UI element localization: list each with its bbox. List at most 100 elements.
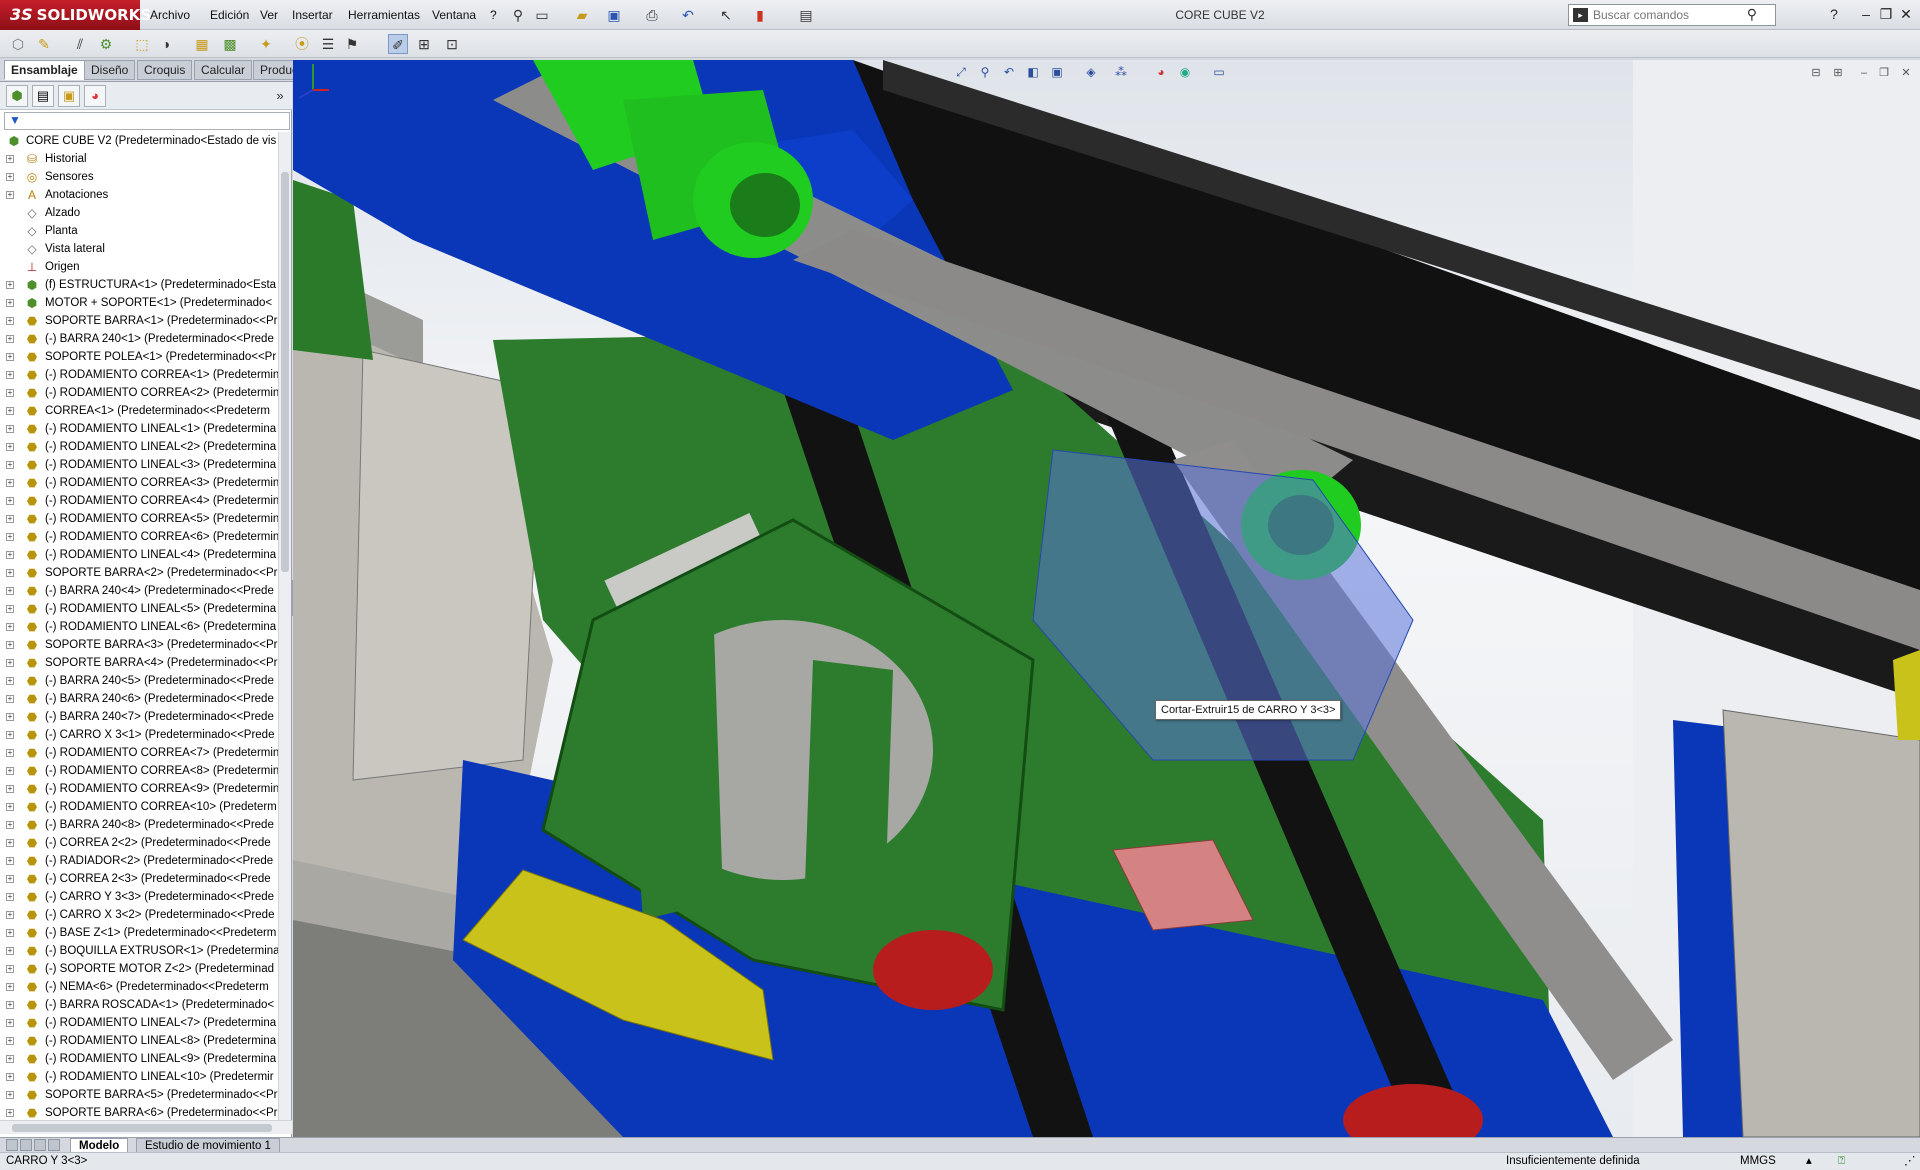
assembly-features-icon[interactable]: ▦ xyxy=(192,34,212,54)
expand-toggle-icon[interactable]: + xyxy=(6,839,14,847)
tree-item[interactable]: + ⛁ Historial xyxy=(0,150,278,168)
previous-view-icon[interactable]: ↶ xyxy=(1001,64,1017,80)
tree-item[interactable]: + ⬣ (-) CARRO X 3<1> (Predeterminado<<Pred… xyxy=(0,726,278,744)
units-dropdown-icon[interactable]: ▴ xyxy=(1806,1153,1812,1170)
menu-ver[interactable]: Ver xyxy=(256,0,282,30)
tree-item[interactable]: + ⬣ SOPORTE BARRA<2> (Predeterminado<<Pr xyxy=(0,564,278,582)
bill-of-materials-icon[interactable]: ⦿ xyxy=(292,34,312,54)
split-vertical-icon[interactable]: ⊞ xyxy=(1830,66,1846,80)
mate-icon[interactable]: ✎ xyxy=(34,34,54,54)
search-commands-box[interactable]: ▸ ⚲ xyxy=(1568,4,1776,26)
expand-toggle-icon[interactable]: + xyxy=(6,911,14,919)
expand-toggle-icon[interactable]: + xyxy=(6,299,14,307)
first-tab-icon[interactable] xyxy=(6,1139,18,1151)
expand-toggle-icon[interactable]: + xyxy=(6,317,14,325)
expand-toggle-icon[interactable]: + xyxy=(6,587,14,595)
tree-item[interactable]: + ⬣ (-) RODAMIENTO CORREA<9> (Predetermin xyxy=(0,780,278,798)
tree-item[interactable]: + ⬣ (-) CORREA 2<3> (Predeterminado<<Prede xyxy=(0,870,278,888)
expand-toggle-icon[interactable]: + xyxy=(6,785,14,793)
tree-item[interactable]: + ⬣ (-) RODAMIENTO CORREA<10> (Predeterm xyxy=(0,798,278,816)
tree-item[interactable]: + ⬣ (-) BASE Z<1> (Predeterminado<<Predete… xyxy=(0,924,278,942)
expand-toggle-icon[interactable]: + xyxy=(6,371,14,379)
expand-toggle-icon[interactable]: + xyxy=(6,389,14,397)
help-icon[interactable]: ? xyxy=(1824,4,1844,24)
edit-appearance-icon[interactable]: ◕ xyxy=(1153,64,1169,80)
expand-toggle-icon[interactable]: + xyxy=(6,155,14,163)
expand-toggle-icon[interactable]: + xyxy=(6,713,14,721)
tree-item[interactable]: + ⬣ (-) RODAMIENTO LINEAL<2> (Predetermina xyxy=(0,438,278,456)
expand-toggle-icon[interactable]: + xyxy=(6,551,14,559)
tree-item[interactable]: ⊥ Origen xyxy=(0,258,278,276)
tab-ensamblaje[interactable]: Ensamblaje xyxy=(4,60,85,80)
menu-edicion[interactable]: Edición xyxy=(206,0,253,30)
solidworks-logo[interactable]: 3S SOLIDWORKS xyxy=(0,0,151,30)
expand-toggle-icon[interactable]: + xyxy=(6,749,14,757)
tree-item[interactable]: + ⬣ (-) BOQUILLA EXTRUSOR<1> (Predetermina xyxy=(0,942,278,960)
zoom-to-fit-icon[interactable]: ⤢ xyxy=(953,64,969,80)
expand-toggle-icon[interactable]: + xyxy=(6,335,14,343)
expand-toggle-icon[interactable]: + xyxy=(6,1109,14,1117)
expand-toggle-icon[interactable]: + xyxy=(6,1055,14,1063)
assembly-3d-view[interactable] xyxy=(293,60,1920,1137)
show-hidden-icon[interactable]: ◑ xyxy=(156,34,176,54)
tree-item[interactable]: + ⬣ (-) RODAMIENTO LINEAL<4> (Predetermina xyxy=(0,546,278,564)
expand-toggle-icon[interactable]: + xyxy=(6,1091,14,1099)
tree-item[interactable]: + ⬣ SOPORTE BARRA<5> (Predeterminado<<Pr xyxy=(0,1086,278,1104)
tree-item[interactable]: + ⬣ (-) RODAMIENTO CORREA<3> (Predetermin xyxy=(0,474,278,492)
expand-toggle-icon[interactable]: + xyxy=(6,1001,14,1009)
expand-toggle-icon[interactable]: + xyxy=(6,659,14,667)
expand-toggle-icon[interactable]: + xyxy=(6,767,14,775)
reference-geometry-icon[interactable]: ▩ xyxy=(220,34,240,54)
tree-item[interactable]: + ⬣ SOPORTE BARRA<1> (Predeterminado<<Pr xyxy=(0,312,278,330)
next-tab-icon[interactable] xyxy=(34,1139,46,1151)
tree-item[interactable]: + ⬣ (-) RODAMIENTO CORREA<5> (Predetermin xyxy=(0,510,278,528)
last-tab-icon[interactable] xyxy=(48,1139,60,1151)
apply-scene-icon[interactable]: ◉ xyxy=(1177,64,1193,80)
expand-toggle-icon[interactable]: + xyxy=(6,533,14,541)
expand-toggle-icon[interactable]: + xyxy=(6,569,14,577)
update-speedpak-icon[interactable]: ⊞ xyxy=(414,34,434,54)
expand-toggle-icon[interactable]: + xyxy=(6,173,14,181)
expand-toggle-icon[interactable]: + xyxy=(6,893,14,901)
save-icon[interactable]: ▣ xyxy=(604,5,624,25)
expand-toggle-icon[interactable]: + xyxy=(6,461,14,469)
tree-horizontal-scrollbar[interactable] xyxy=(0,1120,292,1134)
tree-item[interactable]: + ⬣ (-) BARRA 240<1> (Predeterminado<<Pred… xyxy=(0,330,278,348)
tree-item[interactable]: + ⬣ (-) BARRA 240<5> (Predeterminado<<Pred… xyxy=(0,672,278,690)
smart-fasteners-icon[interactable]: ⚙ xyxy=(96,34,116,54)
new-document-icon[interactable]: ▭ xyxy=(532,5,552,25)
tree-item[interactable]: + ⬣ (-) BARRA 240<8> (Predeterminado<<Pred… xyxy=(0,816,278,834)
expand-toggle-icon[interactable]: + xyxy=(6,641,14,649)
expand-toggle-icon[interactable]: + xyxy=(6,497,14,505)
tree-item[interactable]: + ⬣ (-) BARRA ROSCADA<1> (Predeterminado< xyxy=(0,996,278,1014)
tree-vertical-scrollbar[interactable] xyxy=(278,132,291,1132)
search-input[interactable] xyxy=(1593,6,1743,24)
search-icon[interactable]: ⚲ xyxy=(1747,6,1757,23)
tab-diseno[interactable]: Diseño xyxy=(84,60,136,80)
new-motion-study-icon[interactable]: ✦ xyxy=(256,34,276,54)
tab-croquis[interactable]: Croquis xyxy=(137,60,193,80)
expand-toggle-icon[interactable]: + xyxy=(6,191,14,199)
expand-toggle-icon[interactable]: + xyxy=(6,821,14,829)
tree-item[interactable]: + ⬣ (-) RODAMIENTO LINEAL<8> (Predetermina xyxy=(0,1032,278,1050)
expand-toggle-icon[interactable]: + xyxy=(6,947,14,955)
tree-item[interactable]: + ⬢ MOTOR + SOPORTE<1> (Predeterminado< xyxy=(0,294,278,312)
expand-toggle-icon[interactable]: + xyxy=(6,677,14,685)
expand-toggle-icon[interactable]: + xyxy=(6,623,14,631)
expand-toggle-icon[interactable]: + xyxy=(6,857,14,865)
tree-item[interactable]: + ⬣ (-) RODAMIENTO CORREA<8> (Predetermin xyxy=(0,762,278,780)
menu-ventana[interactable]: Ventana xyxy=(428,0,480,30)
tree-item[interactable]: + ⬣ (-) RODAMIENTO LINEAL<5> (Predetermina xyxy=(0,600,278,618)
viewport-restore-icon[interactable]: ❐ xyxy=(1876,66,1892,80)
status-units[interactable]: MMGS xyxy=(1740,1153,1776,1170)
configuration-manager-tab-icon[interactable]: ▣ xyxy=(58,85,80,107)
tree-item[interactable]: + ⬣ (-) RODAMIENTO LINEAL<6> (Predetermina xyxy=(0,618,278,636)
tab-motion-study[interactable]: Estudio de movimiento 1 xyxy=(136,1138,280,1153)
expand-toggle-icon[interactable]: + xyxy=(6,1019,14,1027)
options-icon[interactable]: ▤ xyxy=(796,5,816,25)
display-manager-tab-icon[interactable]: ◕ xyxy=(84,85,106,107)
tree-item[interactable]: + ⬣ (-) RODAMIENTO CORREA<6> (Predetermin xyxy=(0,528,278,546)
tree-item[interactable]: + ⬣ (-) RODAMIENTO CORREA<1> (Predetermin xyxy=(0,366,278,384)
tree-item[interactable]: + ⬣ (-) RODAMIENTO LINEAL<10> (Predetermir xyxy=(0,1068,278,1086)
tree-item[interactable]: + ⬣ (-) RODAMIENTO LINEAL<1> (Predetermina xyxy=(0,420,278,438)
